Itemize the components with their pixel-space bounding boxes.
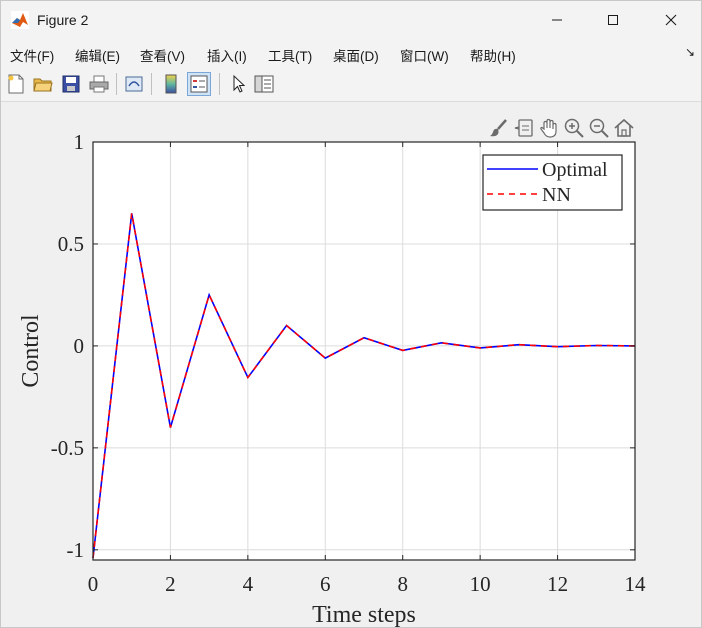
x-tick-label: 0: [88, 572, 99, 596]
x-tick-label: 12: [547, 572, 568, 596]
legend[interactable]: Optimal NN: [482, 154, 623, 211]
y-tick-label: -1: [67, 538, 85, 562]
x-tick-label: 14: [625, 572, 647, 596]
figure-window: Figure 2 文件(F) 编辑(E) 查看(V) 插入(I) 工具(T) 桌…: [0, 0, 702, 628]
x-tick-label: 8: [397, 572, 408, 596]
legend-label-nn: NN: [542, 184, 571, 206]
x-tick-label: 4: [243, 572, 254, 596]
legend-label-optimal: Optimal: [542, 159, 608, 181]
line-chart: 0 2 4 6 8 10 12 14 -1 -0.5 0 0.5 1 Time steps Contr…: [18, 130, 646, 627]
x-tick-labels: 0 2 4 6 8 10 12 14: [88, 572, 646, 596]
x-axis-label: Time steps: [312, 602, 416, 627]
y-tick-label: -0.5: [51, 436, 84, 460]
y-tick-label: 0.5: [58, 232, 84, 256]
y-tick-labels: -1 -0.5 0 0.5 1: [51, 130, 84, 562]
x-tick-label: 10: [470, 572, 491, 596]
y-tick-label: 0: [74, 334, 85, 358]
y-axis-label: Control: [18, 314, 44, 388]
y-tick-label: 1: [74, 130, 85, 154]
x-tick-label: 6: [320, 572, 331, 596]
x-tick-label: 2: [165, 572, 176, 596]
